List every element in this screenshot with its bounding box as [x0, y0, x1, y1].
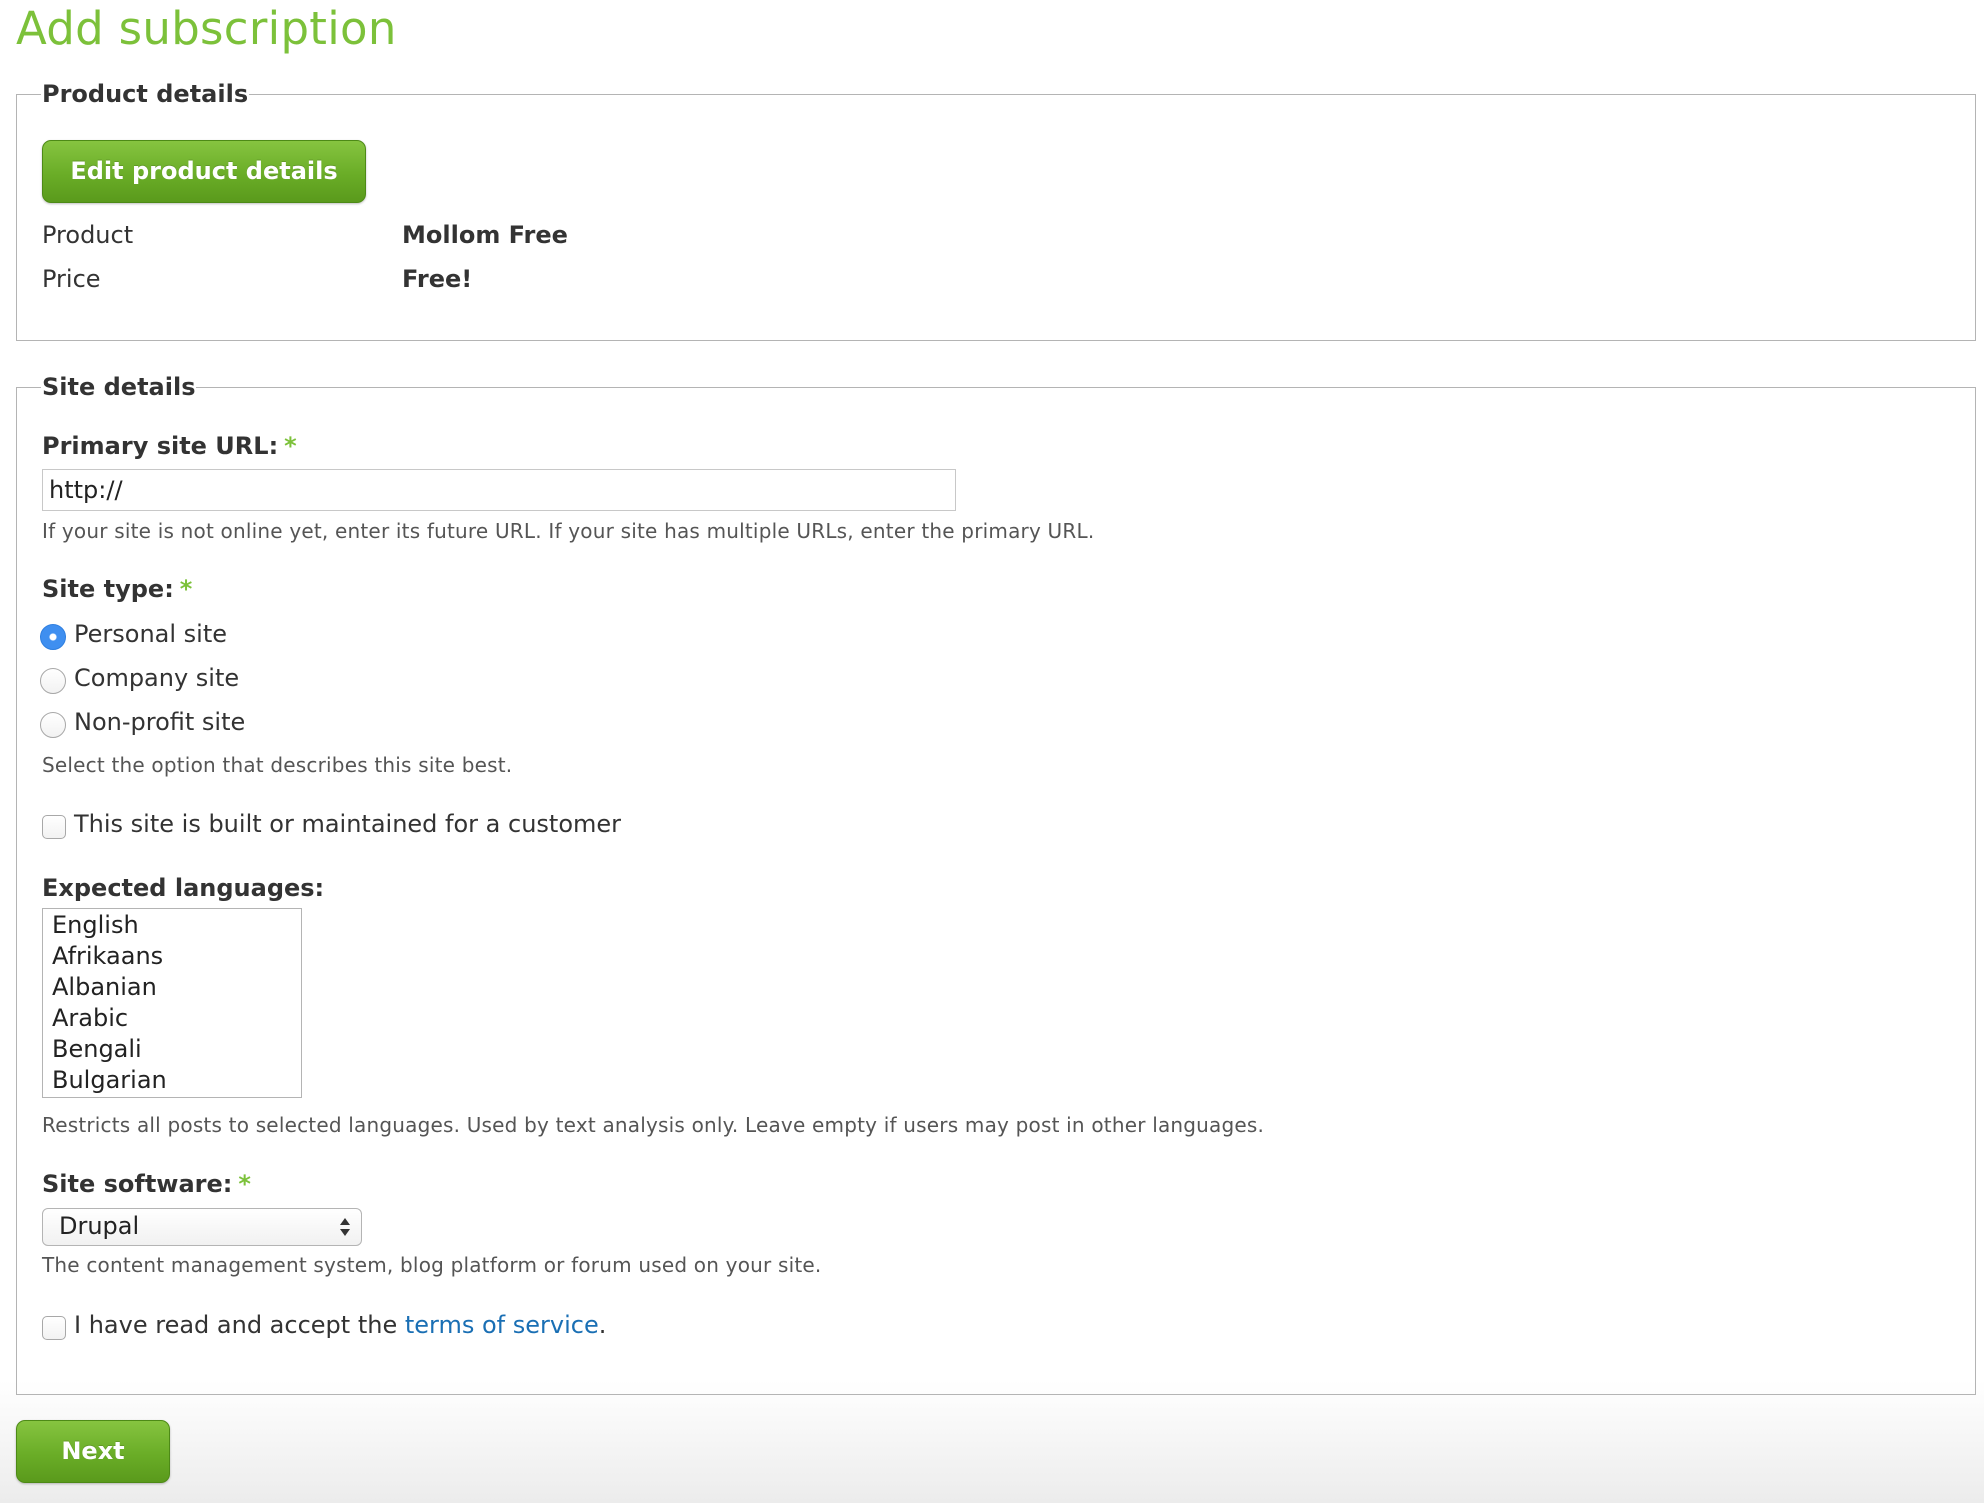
software-description: The content management system, blog plat… [42, 1253, 822, 1277]
software-label-text: Site software: [42, 1170, 233, 1198]
primary-url-description: If your site is not online yet, enter it… [42, 519, 1095, 543]
software-select-value: Drupal [59, 1212, 140, 1240]
price-value: Free! [402, 265, 473, 293]
terms-suffix: . [598, 1311, 607, 1339]
software-label: Site software: * [42, 1170, 251, 1198]
software-select[interactable]: Drupal [42, 1208, 362, 1246]
product-details-legend: Product details [42, 80, 249, 108]
customer-checkbox[interactable] [42, 815, 66, 839]
price-label: Price [42, 265, 101, 293]
language-option[interactable]: Bulgarian [43, 1065, 301, 1096]
language-option[interactable]: Albanian [43, 972, 301, 1003]
radio-personal-site[interactable] [40, 624, 66, 650]
languages-label: Expected languages: [42, 874, 325, 902]
site-details-legend: Site details [42, 373, 196, 401]
radio-nonprofit-site-label[interactable]: Non-profit site [74, 708, 245, 736]
terms-checkbox-label: I have read and accept the terms of serv… [74, 1311, 606, 1339]
next-button[interactable]: Next [16, 1420, 170, 1483]
radio-company-site[interactable] [40, 668, 66, 694]
language-option[interactable]: Arabic [43, 1003, 301, 1034]
edit-product-details-label: Edit product details [70, 157, 338, 185]
site-type-label: Site type: * [42, 575, 192, 603]
product-details-fieldset: Product details [16, 80, 1976, 341]
product-value: Mollom Free [402, 221, 568, 249]
radio-personal-site-label[interactable]: Personal site [74, 620, 227, 648]
language-option[interactable]: English [43, 910, 301, 941]
site-type-label-text: Site type: [42, 575, 174, 603]
radio-company-site-label[interactable]: Company site [74, 664, 239, 692]
terms-prefix: I have read and accept the [74, 1311, 405, 1339]
select-arrows-icon [340, 1218, 350, 1236]
next-button-label: Next [61, 1437, 125, 1465]
required-marker: * [284, 432, 297, 460]
primary-url-label-text: Primary site URL: [42, 432, 279, 460]
language-option[interactable]: Bengali [43, 1034, 301, 1065]
primary-url-value: http:// [49, 476, 123, 504]
required-marker: * [238, 1170, 251, 1198]
language-option[interactable]: Afrikaans [43, 941, 301, 972]
edit-product-details-button[interactable]: Edit product details [42, 140, 366, 203]
terms-of-service-link[interactable]: terms of service [405, 1311, 599, 1339]
customer-checkbox-label[interactable]: This site is built or maintained for a c… [74, 810, 621, 838]
terms-checkbox[interactable] [42, 1316, 66, 1340]
radio-nonprofit-site[interactable] [40, 712, 66, 738]
languages-description: Restricts all posts to selected language… [42, 1113, 1265, 1137]
page-title: Add subscription [16, 2, 397, 55]
primary-url-label: Primary site URL: * [42, 432, 297, 460]
primary-url-input[interactable]: http:// [42, 469, 956, 511]
site-type-description: Select the option that describes this si… [42, 753, 513, 777]
product-label: Product [42, 221, 134, 249]
required-marker: * [179, 575, 193, 603]
languages-listbox[interactable]: English Afrikaans Albanian Arabic Bengal… [42, 908, 302, 1098]
